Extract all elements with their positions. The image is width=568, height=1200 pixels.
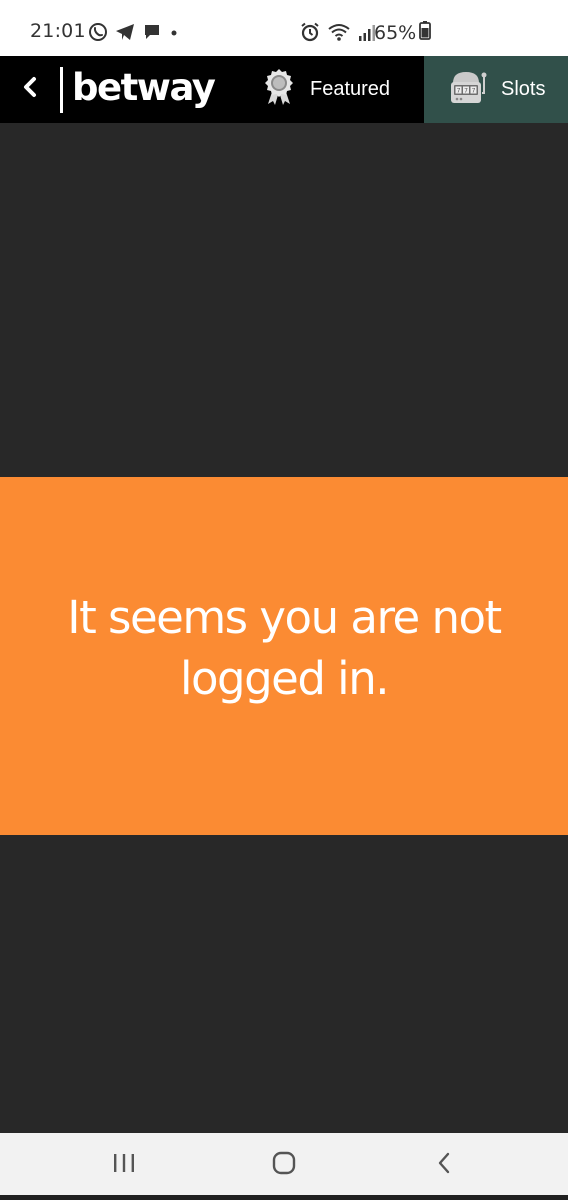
notification-icons (88, 22, 179, 46)
back-button[interactable] (14, 72, 46, 106)
battery-indicator: 65% (374, 20, 432, 45)
alarm-icon (300, 22, 320, 46)
content-area-top (0, 123, 568, 477)
login-required-banner: It seems you are not logged in. (0, 477, 568, 835)
tab-slots[interactable]: 7 7 7 Slots (424, 56, 568, 123)
recents-icon (112, 1152, 136, 1179)
tab-featured[interactable]: Featured (258, 56, 423, 123)
system-back-button[interactable] (424, 1149, 464, 1181)
betway-logo[interactable]: betway (72, 65, 216, 111)
message-icon (142, 22, 162, 46)
svg-text:7: 7 (464, 88, 468, 95)
battery-icon (419, 20, 432, 45)
tab-slots-label: Slots (501, 78, 546, 100)
status-bar: 21:01 65% (0, 0, 568, 56)
content-area-bottom (0, 835, 568, 1133)
slot-machine-icon: 7 7 7 (449, 69, 487, 110)
system-navigation-bar (0, 1133, 568, 1195)
back-arrow-icon (436, 1151, 452, 1180)
recents-button[interactable] (104, 1149, 144, 1181)
logo-divider (60, 67, 63, 113)
app-header: betway Featured 7 7 7 Slots (0, 56, 568, 123)
nav-bar-edge (0, 1195, 568, 1200)
telegram-icon (115, 22, 135, 46)
svg-text:7: 7 (457, 88, 461, 95)
dot-icon (169, 22, 179, 46)
tab-featured-label: Featured (310, 78, 391, 100)
home-button[interactable] (264, 1149, 304, 1181)
login-required-message: It seems you are not logged in. (67, 591, 502, 705)
whatsapp-icon (88, 22, 108, 46)
system-status-icons (300, 22, 376, 46)
award-icon (262, 68, 296, 111)
wifi-icon (328, 22, 350, 46)
home-icon (272, 1151, 296, 1180)
battery-percent: 65% (374, 21, 417, 44)
status-time: 21:01 (30, 20, 86, 42)
svg-text:7: 7 (472, 88, 476, 95)
chevron-left-icon (22, 76, 38, 103)
